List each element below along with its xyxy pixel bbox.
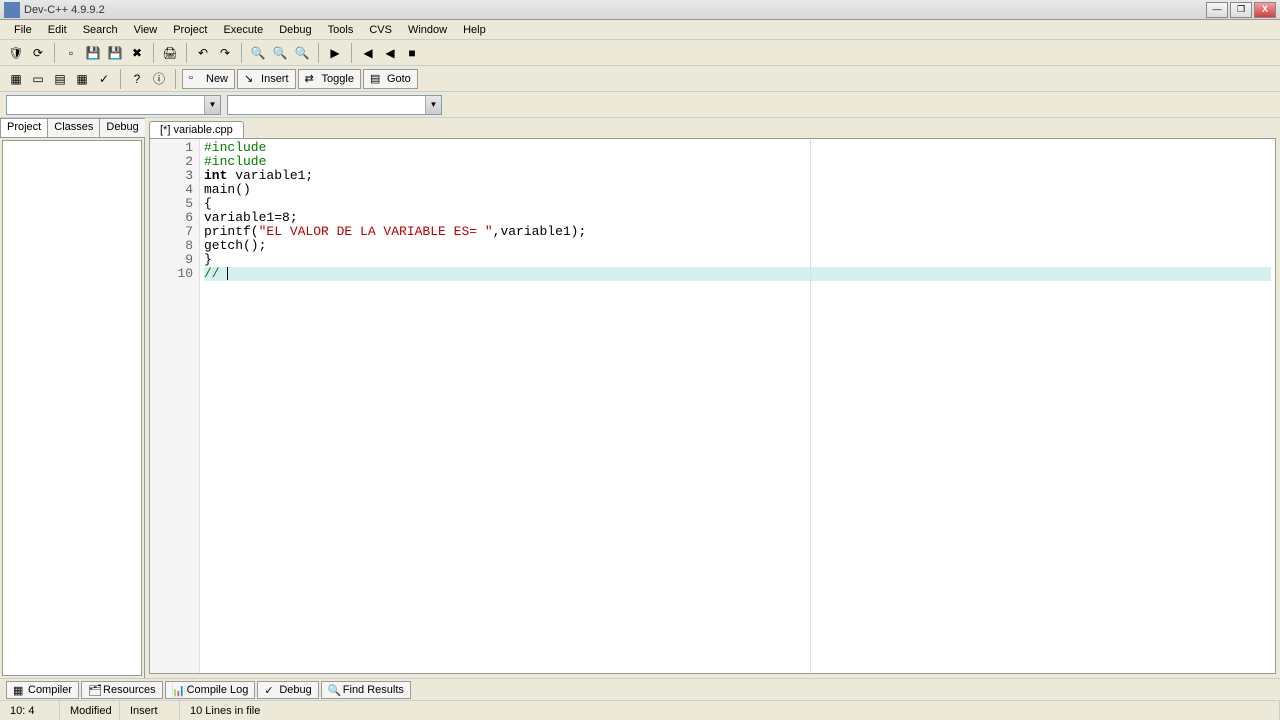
menu-cvs[interactable]: CVS bbox=[361, 22, 400, 38]
dropdown-2[interactable]: ▼ bbox=[227, 95, 442, 115]
debug-prev-icon[interactable]: ◀ bbox=[358, 43, 378, 63]
chevron-down-icon: ▼ bbox=[204, 96, 220, 114]
toolbar-secondary: ▦ ▭ ▤ ▦ ✓ ? ⓘ ▫New ↘Insert ⇄Toggle ▤Goto bbox=[0, 66, 1280, 92]
redo-icon[interactable]: ↷ bbox=[215, 43, 235, 63]
tab-compile-log[interactable]: 📊Compile Log bbox=[165, 681, 256, 699]
status-modified: Modified bbox=[60, 701, 120, 720]
dropdown-row: ▼ ▼ bbox=[0, 92, 1280, 118]
tab-debug[interactable]: Debug bbox=[99, 118, 145, 137]
minimize-button[interactable]: — bbox=[1206, 2, 1228, 18]
line-gutter: 12345678910 bbox=[150, 139, 200, 673]
editor-tabs: [*] variable.cpp bbox=[145, 118, 1280, 138]
window-controls: — ❐ X bbox=[1206, 2, 1276, 18]
debug-next-icon[interactable]: ◀ bbox=[380, 43, 400, 63]
bottom-tabs: ▦Compiler 🗂Resources 📊Compile Log ✓Debug… bbox=[0, 678, 1280, 700]
save-icon[interactable]: 💾 bbox=[83, 43, 103, 63]
chevron-down-icon: ▼ bbox=[425, 96, 441, 114]
shield-icon[interactable]: 🛡 bbox=[6, 43, 26, 63]
compiler-icon: ▦ bbox=[13, 684, 25, 696]
status-bar: 10: 4 Modified Insert 10 Lines in file bbox=[0, 700, 1280, 720]
toggle-icon: ⇄ bbox=[305, 72, 319, 86]
toggle-button[interactable]: ⇄Toggle bbox=[298, 69, 361, 89]
menu-window[interactable]: Window bbox=[400, 22, 455, 38]
goto-icon: ▤ bbox=[370, 72, 384, 86]
grid4-icon[interactable]: ▦ bbox=[6, 69, 26, 89]
menu-debug[interactable]: Debug bbox=[271, 22, 319, 38]
help-icon[interactable]: ? bbox=[127, 69, 147, 89]
find-icon: 🔍 bbox=[328, 684, 340, 696]
tab-project[interactable]: Project bbox=[0, 118, 48, 137]
tab-debug-bottom[interactable]: ✓Debug bbox=[257, 681, 318, 699]
tab-compiler[interactable]: ▦Compiler bbox=[6, 681, 79, 699]
editor-tab-variable[interactable]: [*] variable.cpp bbox=[149, 121, 244, 138]
new-file-icon[interactable]: ▫ bbox=[61, 43, 81, 63]
replace-icon[interactable]: 🔍 bbox=[292, 43, 312, 63]
status-insert: Insert bbox=[120, 701, 180, 720]
insert-icon: ↘ bbox=[244, 72, 258, 86]
left-tabs: Project Classes Debug bbox=[0, 118, 144, 138]
undo-icon[interactable]: ↶ bbox=[193, 43, 213, 63]
check-icon[interactable]: ✓ bbox=[94, 69, 114, 89]
debug-icon: ✓ bbox=[264, 684, 276, 696]
print-icon[interactable]: 🖨 bbox=[160, 43, 180, 63]
layout1-icon[interactable]: ▭ bbox=[28, 69, 48, 89]
new-button[interactable]: ▫New bbox=[182, 69, 235, 89]
tab-find-results[interactable]: 🔍Find Results bbox=[321, 681, 411, 699]
code-area[interactable]: #include#includeint variable1;main(){var… bbox=[200, 139, 1275, 673]
menu-view[interactable]: View bbox=[126, 22, 166, 38]
project-tree[interactable] bbox=[2, 140, 142, 676]
menu-search[interactable]: Search bbox=[75, 22, 126, 38]
menu-bar: File Edit Search View Project Execute De… bbox=[0, 20, 1280, 40]
app-icon bbox=[4, 2, 20, 18]
log-icon: 📊 bbox=[172, 684, 184, 696]
menu-project[interactable]: Project bbox=[165, 22, 215, 38]
compile-icon[interactable]: ▶ bbox=[325, 43, 345, 63]
find-next-icon[interactable]: 🔍 bbox=[270, 43, 290, 63]
left-panel: Project Classes Debug bbox=[0, 118, 145, 678]
margin-line bbox=[810, 139, 811, 673]
grid-icon[interactable]: ▦ bbox=[72, 69, 92, 89]
status-position: 10: 4 bbox=[0, 701, 60, 720]
about-icon[interactable]: ⓘ bbox=[149, 69, 169, 89]
new-icon: ▫ bbox=[189, 72, 203, 86]
close-button[interactable]: X bbox=[1254, 2, 1276, 18]
tab-resources[interactable]: 🗂Resources bbox=[81, 681, 163, 699]
debug-stop-icon[interactable]: ■ bbox=[402, 43, 422, 63]
goto-button[interactable]: ▤Goto bbox=[363, 69, 418, 89]
title-bar: Dev-C++ 4.9.9.2 — ❐ X bbox=[0, 0, 1280, 20]
save-all-icon[interactable]: 💾 bbox=[105, 43, 125, 63]
insert-button[interactable]: ↘Insert bbox=[237, 69, 296, 89]
window-title: Dev-C++ 4.9.9.2 bbox=[24, 4, 1206, 16]
menu-execute[interactable]: Execute bbox=[215, 22, 271, 38]
dropdown-1[interactable]: ▼ bbox=[6, 95, 221, 115]
menu-tools[interactable]: Tools bbox=[320, 22, 362, 38]
layout2-icon[interactable]: ▤ bbox=[50, 69, 70, 89]
maximize-button[interactable]: ❐ bbox=[1230, 2, 1252, 18]
find-icon[interactable]: 🔍 bbox=[248, 43, 268, 63]
close-file-icon[interactable]: ✖ bbox=[127, 43, 147, 63]
main-area: Project Classes Debug [*] variable.cpp 1… bbox=[0, 118, 1280, 678]
menu-file[interactable]: File bbox=[6, 22, 40, 38]
status-lines: 10 Lines in file bbox=[180, 701, 1280, 720]
code-editor[interactable]: 12345678910 #include#includeint variable… bbox=[149, 138, 1276, 674]
toolbar-main: 🛡 ⟳ ▫ 💾 💾 ✖ 🖨 ↶ ↷ 🔍 🔍 🔍 ▶ ◀ ◀ ■ bbox=[0, 40, 1280, 66]
menu-edit[interactable]: Edit bbox=[40, 22, 75, 38]
resources-icon: 🗂 bbox=[88, 684, 100, 696]
tab-classes[interactable]: Classes bbox=[47, 118, 100, 137]
editor-panel: [*] variable.cpp 12345678910 #include#in… bbox=[145, 118, 1280, 678]
menu-help[interactable]: Help bbox=[455, 22, 494, 38]
refresh-icon[interactable]: ⟳ bbox=[28, 43, 48, 63]
